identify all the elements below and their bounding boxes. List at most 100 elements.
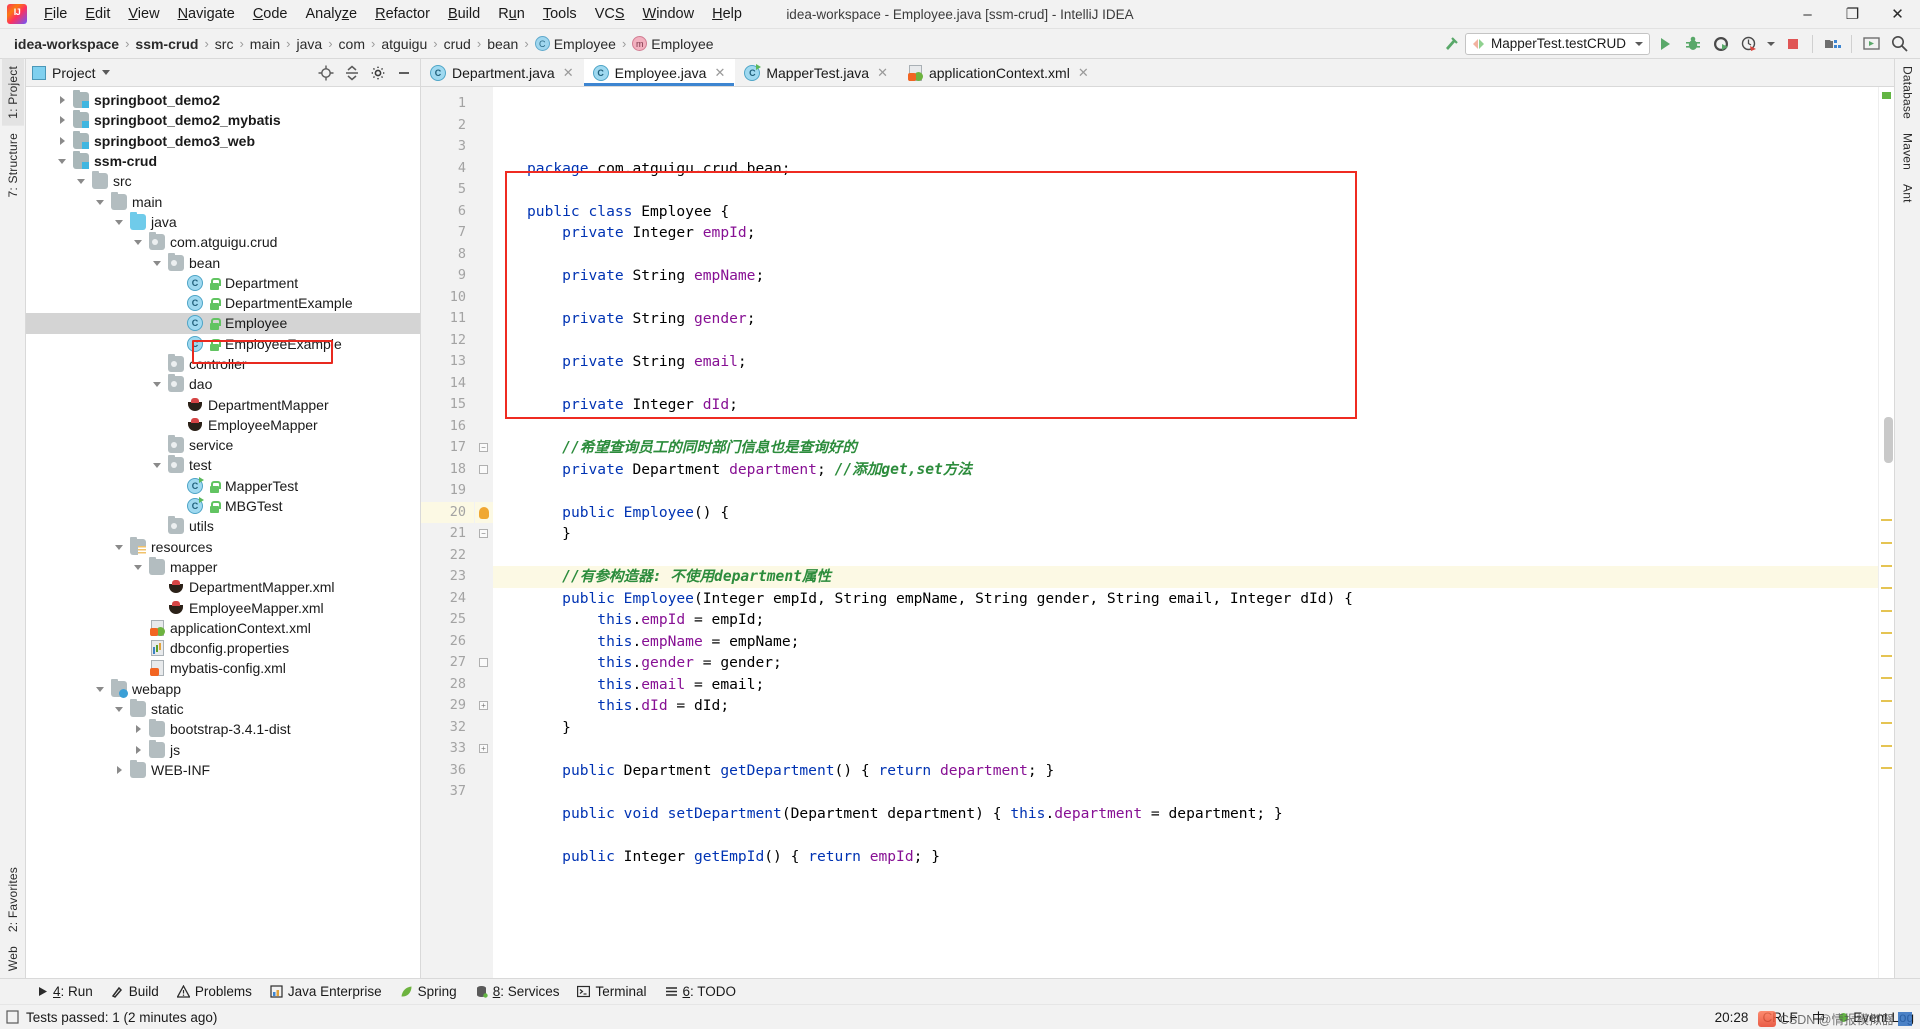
fold-cell[interactable]: [475, 158, 493, 180]
project-structure-button[interactable]: [1819, 32, 1845, 56]
code-line[interactable]: [493, 373, 1878, 395]
tool-window-terminal[interactable]: Terminal: [569, 982, 654, 1001]
fold-cell[interactable]: [475, 717, 493, 739]
sidebar-tab-project[interactable]: 1: Project: [1, 59, 24, 126]
tree-node-springboot-demo2[interactable]: springboot_demo2: [26, 90, 420, 110]
code-line[interactable]: this.dId = dId;: [493, 695, 1878, 717]
code-line[interactable]: private Integer empId;: [493, 222, 1878, 244]
code-line[interactable]: public Employee(Integer empId, String em…: [493, 588, 1878, 610]
tool-window-todo[interactable]: 6: TODO: [657, 982, 745, 1001]
error-stripe-markers[interactable]: [1878, 87, 1894, 978]
fold-cell[interactable]: [475, 373, 493, 395]
code-line[interactable]: public Employee() {: [493, 502, 1878, 524]
code-line[interactable]: private String gender;: [493, 308, 1878, 330]
tree-node-utils[interactable]: utils: [26, 516, 420, 536]
tree-node-main[interactable]: main: [26, 191, 420, 211]
code-line[interactable]: [493, 179, 1878, 201]
search-everywhere-icon[interactable]: [1886, 32, 1912, 56]
maximize-button[interactable]: ❐: [1830, 0, 1875, 29]
profile-button[interactable]: [1736, 32, 1762, 56]
fold-cell[interactable]: [475, 93, 493, 115]
fold-cell[interactable]: [475, 265, 493, 287]
breadcrumb-item-8[interactable]: bean: [483, 35, 522, 53]
fold-cell[interactable]: [475, 201, 493, 223]
fold-cell[interactable]: [475, 179, 493, 201]
tree-node-springboot-demo3-web[interactable]: springboot_demo3_web: [26, 130, 420, 151]
tree-node-dbconfig-properties[interactable]: dbconfig.properties: [26, 638, 420, 658]
fold-cell[interactable]: [475, 416, 493, 438]
tree-node-static[interactable]: static: [26, 699, 420, 719]
tree-node-js[interactable]: js: [26, 739, 420, 760]
fold-marker-icon[interactable]: −: [479, 529, 488, 538]
menu-refactor[interactable]: Refactor: [366, 2, 439, 26]
gear-icon[interactable]: [368, 63, 388, 83]
breadcrumb-item-2[interactable]: src: [211, 35, 238, 53]
run-with-coverage-button[interactable]: [1708, 32, 1734, 56]
code-line[interactable]: [493, 287, 1878, 309]
code-line[interactable]: this.empName = empName;: [493, 631, 1878, 653]
code-line[interactable]: public Integer getEmpId() { return empId…: [493, 846, 1878, 868]
tree-node-bean[interactable]: bean: [26, 252, 420, 272]
sidebar-tab-ant[interactable]: Ant: [1897, 177, 1919, 210]
chevron-down-icon[interactable]: [101, 70, 110, 75]
breadcrumb-item-4[interactable]: java: [293, 35, 327, 53]
minimize-button[interactable]: –: [1785, 0, 1830, 29]
code-content[interactable]: package com.atguigu.crud.bean; public cla…: [493, 87, 1878, 978]
code-line[interactable]: package com.atguigu.crud.bean;: [493, 158, 1878, 180]
tree-node-departmentmapper[interactable]: DepartmentMapper: [26, 394, 420, 414]
intention-bulb-icon[interactable]: [479, 506, 489, 519]
editor-tab-applicationcontext-xml[interactable]: applicationContext.xml ✕: [898, 59, 1099, 86]
locate-icon[interactable]: [316, 63, 336, 83]
code-line[interactable]: [493, 824, 1878, 846]
tree-node-ssm-crud[interactable]: ssm-crud: [26, 151, 420, 171]
code-line[interactable]: public Department getDepartment() { retu…: [493, 760, 1878, 782]
breadcrumb-item-3[interactable]: main: [246, 35, 284, 53]
warning-stripe-marker[interactable]: [1881, 542, 1892, 544]
fold-cell[interactable]: [475, 545, 493, 567]
menu-analyze[interactable]: Analyze: [297, 2, 367, 26]
close-button[interactable]: ✕: [1875, 0, 1920, 29]
code-line[interactable]: //希望查询员工的同时部门信息也是查询好的: [493, 437, 1878, 459]
tool-window-build[interactable]: Build: [103, 982, 167, 1001]
fold-cell[interactable]: [475, 244, 493, 266]
code-line[interactable]: [493, 480, 1878, 502]
warning-stripe-marker[interactable]: [1881, 767, 1892, 769]
collapse-all-icon[interactable]: [342, 63, 362, 83]
code-line[interactable]: this.empId = empId;: [493, 609, 1878, 631]
warning-stripe-marker[interactable]: [1881, 745, 1892, 747]
tree-node-mappertest[interactable]: C MapperTest: [26, 476, 420, 496]
tree-node-dao[interactable]: dao: [26, 374, 420, 394]
tool-window-java-enterprise[interactable]: Java Enterprise: [262, 982, 390, 1001]
tree-node-mbgtest[interactable]: C MBGTest: [26, 496, 420, 516]
fold-cell[interactable]: [475, 308, 493, 330]
fold-cell[interactable]: [475, 760, 493, 782]
menu-build[interactable]: Build: [439, 2, 489, 26]
breadcrumb-item-5[interactable]: com: [335, 35, 369, 53]
code-line[interactable]: [493, 781, 1878, 803]
tree-node-mybatis-config-xml[interactable]: mybatis-config.xml: [26, 658, 420, 678]
fold-cell[interactable]: [475, 674, 493, 696]
menu-vcs[interactable]: VCS: [586, 2, 634, 26]
fold-cell[interactable]: [475, 330, 493, 352]
tree-node-mapper[interactable]: mapper: [26, 556, 420, 577]
fold-marker-icon[interactable]: [479, 464, 488, 474]
sidebar-tab-web[interactable]: Web: [2, 939, 24, 978]
fold-cell[interactable]: [475, 566, 493, 588]
sidebar-tab-database[interactable]: Database: [1897, 59, 1919, 126]
warning-stripe-marker[interactable]: [1881, 519, 1892, 521]
tree-node-web-inf[interactable]: WEB-INF: [26, 759, 420, 780]
code-line[interactable]: [493, 416, 1878, 438]
code-line[interactable]: //有参构造器: 不使用department属性: [493, 566, 1878, 588]
tree-node-resources[interactable]: resources: [26, 536, 420, 557]
fold-marker-icon[interactable]: [479, 658, 488, 667]
tree-node-test[interactable]: test: [26, 455, 420, 475]
code-line[interactable]: [493, 545, 1878, 567]
fold-marker-icon[interactable]: +: [479, 744, 488, 753]
menu-view[interactable]: View: [119, 2, 168, 26]
fold-cell[interactable]: [475, 631, 493, 653]
fold-marker-icon[interactable]: −: [479, 443, 488, 452]
tree-node-department[interactable]: C Department: [26, 273, 420, 293]
sidebar-tab-favorites[interactable]: 2: Favorites: [2, 860, 24, 939]
code-line[interactable]: this.gender = gender;: [493, 652, 1878, 674]
tree-node-webapp[interactable]: webapp: [26, 678, 420, 699]
